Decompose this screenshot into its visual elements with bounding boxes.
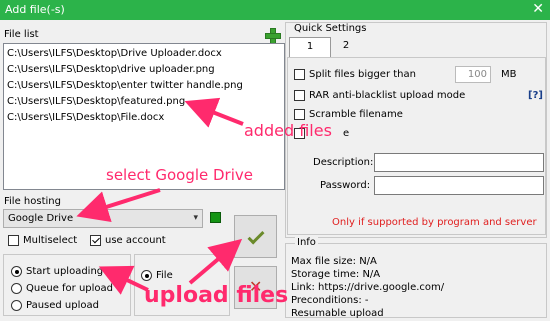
annotation-arrows <box>76 97 244 295</box>
select-drive-arrow <box>76 188 161 223</box>
add-file-dialog: Add file(-s) ✕ File list C:\Users\ILFS\D… <box>0 0 550 321</box>
upload-arrow-left <box>98 265 149 295</box>
added-files-annotation: added files <box>244 121 332 140</box>
upload-files-annotation: upload files <box>144 283 289 308</box>
added-files-arrow <box>184 97 244 128</box>
upload-arrow-right <box>188 238 243 285</box>
select-drive-annotation: select Google Drive <box>106 166 253 184</box>
